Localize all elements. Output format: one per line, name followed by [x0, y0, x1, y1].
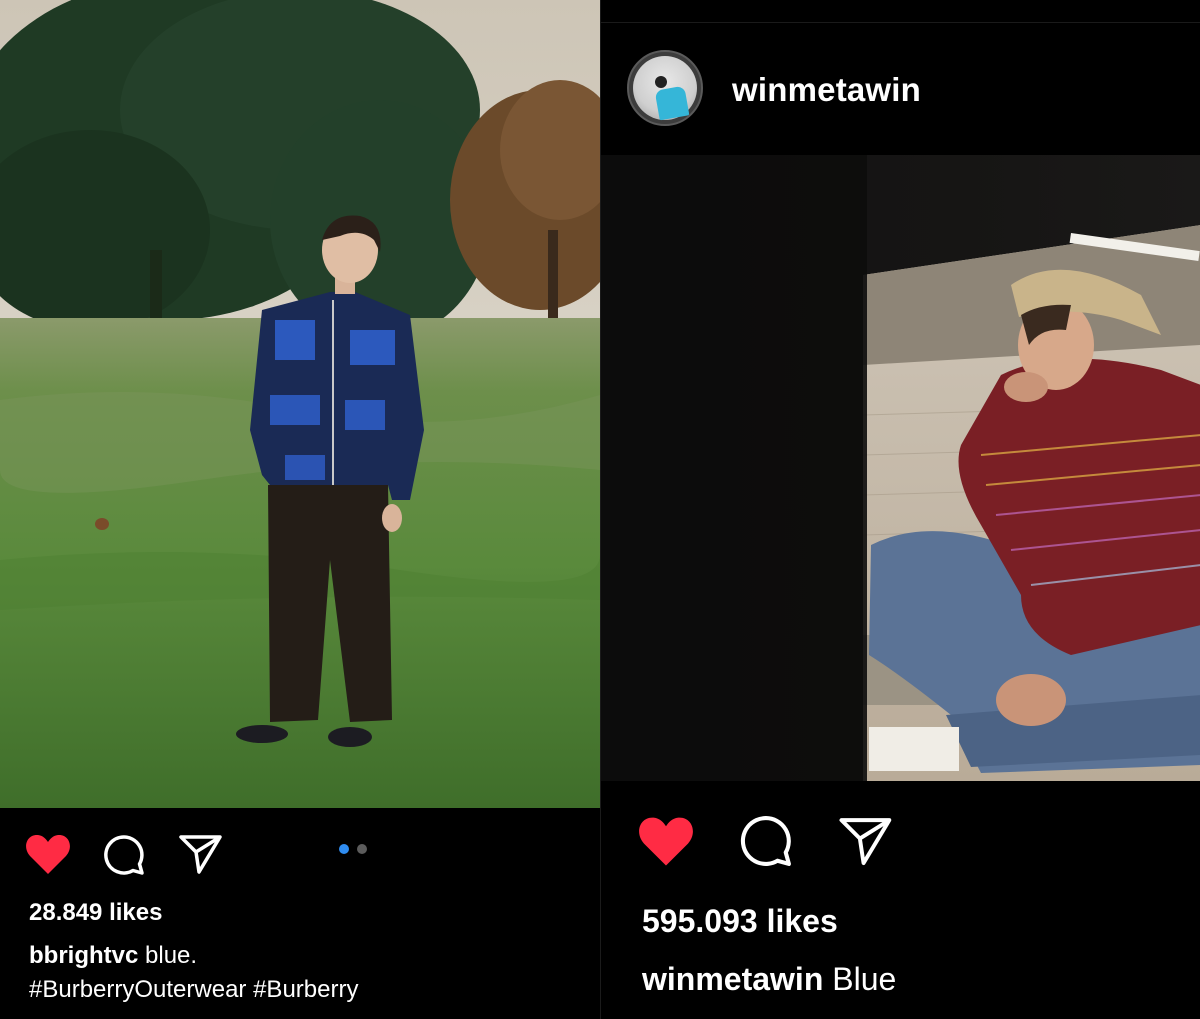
left-action-bar: [0, 808, 600, 898]
post-photo-park[interactable]: [0, 0, 600, 808]
studio-scene-image: [601, 155, 1200, 781]
share-icon[interactable]: [178, 832, 224, 876]
share-icon[interactable]: [837, 814, 895, 868]
park-scene-image: [0, 0, 600, 808]
caption-text: Blue: [832, 961, 897, 997]
post-header: winmetawin: [601, 22, 1200, 155]
caption-username[interactable]: bbrightvc: [29, 942, 138, 969]
caption-username[interactable]: winmetawin: [642, 961, 823, 997]
comment-icon[interactable]: [102, 833, 146, 877]
carousel-dot-active: [339, 844, 349, 854]
left-post: 28.849 likes bbrightvc blue. #BurberryOu…: [0, 0, 600, 1019]
comment-icon[interactable]: [738, 813, 794, 869]
heart-icon[interactable]: [636, 814, 696, 868]
avatar[interactable]: [627, 50, 703, 126]
caption-hashtags[interactable]: #BurberryOuterwear #Burberry: [29, 976, 358, 1004]
post-photo-studio[interactable]: [601, 155, 1200, 781]
like-count[interactable]: 28.849 likes: [29, 899, 162, 927]
like-count[interactable]: 595.093 likes: [642, 903, 838, 940]
carousel-dot: [357, 844, 367, 854]
right-action-bar: [601, 781, 1200, 896]
right-post: winmetawin 595.093 likes winmetawin Blue: [600, 0, 1200, 1019]
header-username[interactable]: winmetawin: [732, 71, 921, 109]
caption-text: blue.: [145, 942, 198, 969]
post-caption: bbrightvc blue.: [29, 942, 197, 970]
post-caption: winmetawin Blue: [642, 961, 896, 998]
heart-icon[interactable]: [24, 832, 72, 876]
